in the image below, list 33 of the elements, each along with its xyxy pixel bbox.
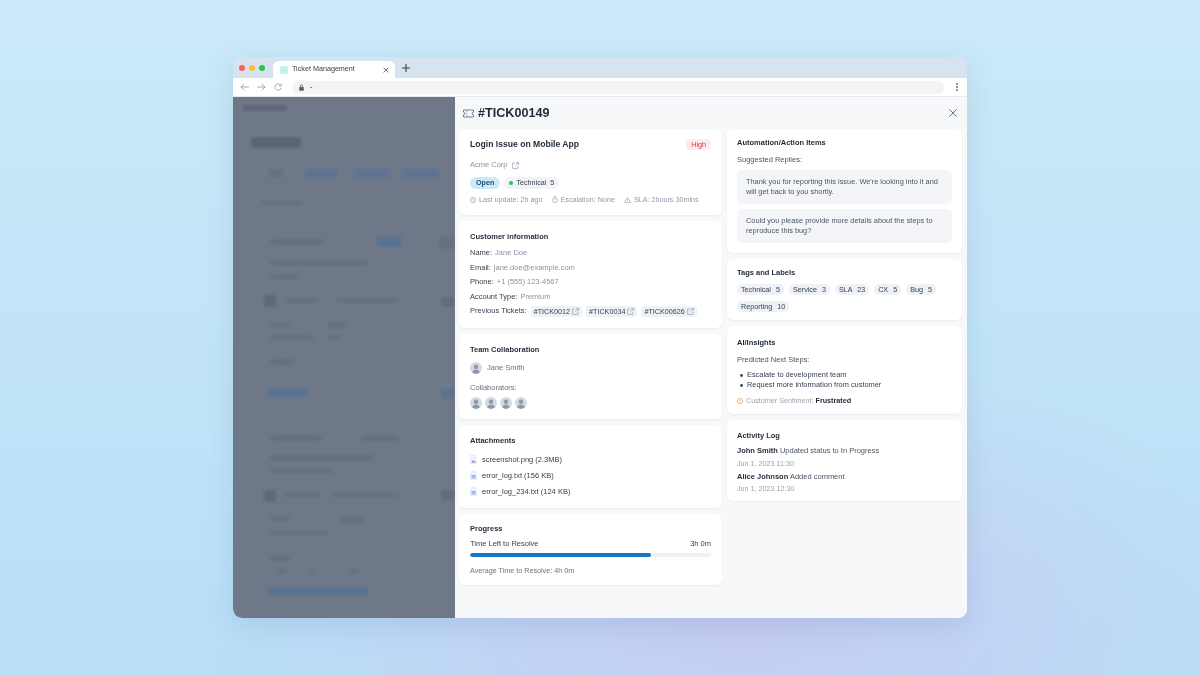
- person-avatar-icon: [515, 396, 527, 409]
- clock-icon: [470, 196, 476, 203]
- external-link-icon: [686, 307, 694, 315]
- back-arrow-icon[interactable]: [240, 83, 249, 91]
- status-dot-icon: [509, 181, 514, 185]
- ticket-title: Login Issue on Mobile App: [470, 138, 579, 150]
- document-file-icon: [470, 487, 477, 496]
- tab-close-icon[interactable]: [383, 66, 389, 73]
- warning-triangle-icon: [623, 196, 631, 203]
- forward-arrow-icon[interactable]: [257, 83, 266, 91]
- person-avatar-icon: [470, 361, 482, 374]
- favicon-icon: [280, 65, 288, 74]
- bullet-icon: [740, 383, 743, 387]
- lock-icon: [299, 83, 304, 91]
- plus-icon[interactable]: [402, 63, 410, 72]
- bullet-icon: [740, 373, 743, 377]
- person-avatar-icon: [500, 396, 512, 409]
- ticket-icon: [463, 108, 474, 118]
- document-file-icon: [470, 471, 477, 480]
- person-avatar-icon: [485, 396, 497, 409]
- reload-icon[interactable]: [274, 83, 282, 91]
- external-link-icon: [511, 161, 519, 169]
- minimize-window-icon[interactable]: [249, 64, 255, 71]
- alert-circle-icon: [737, 397, 743, 404]
- image-file-icon: [470, 455, 477, 464]
- stopwatch-icon: [551, 196, 558, 203]
- ticket-id: #TICK00149: [478, 106, 550, 120]
- person-avatar-icon: [470, 396, 482, 409]
- maximize-window-icon[interactable]: [259, 64, 265, 71]
- close-window-icon[interactable]: [239, 64, 245, 71]
- external-link-icon: [572, 307, 580, 315]
- external-link-icon: [627, 307, 635, 315]
- close-icon[interactable]: [949, 109, 957, 117]
